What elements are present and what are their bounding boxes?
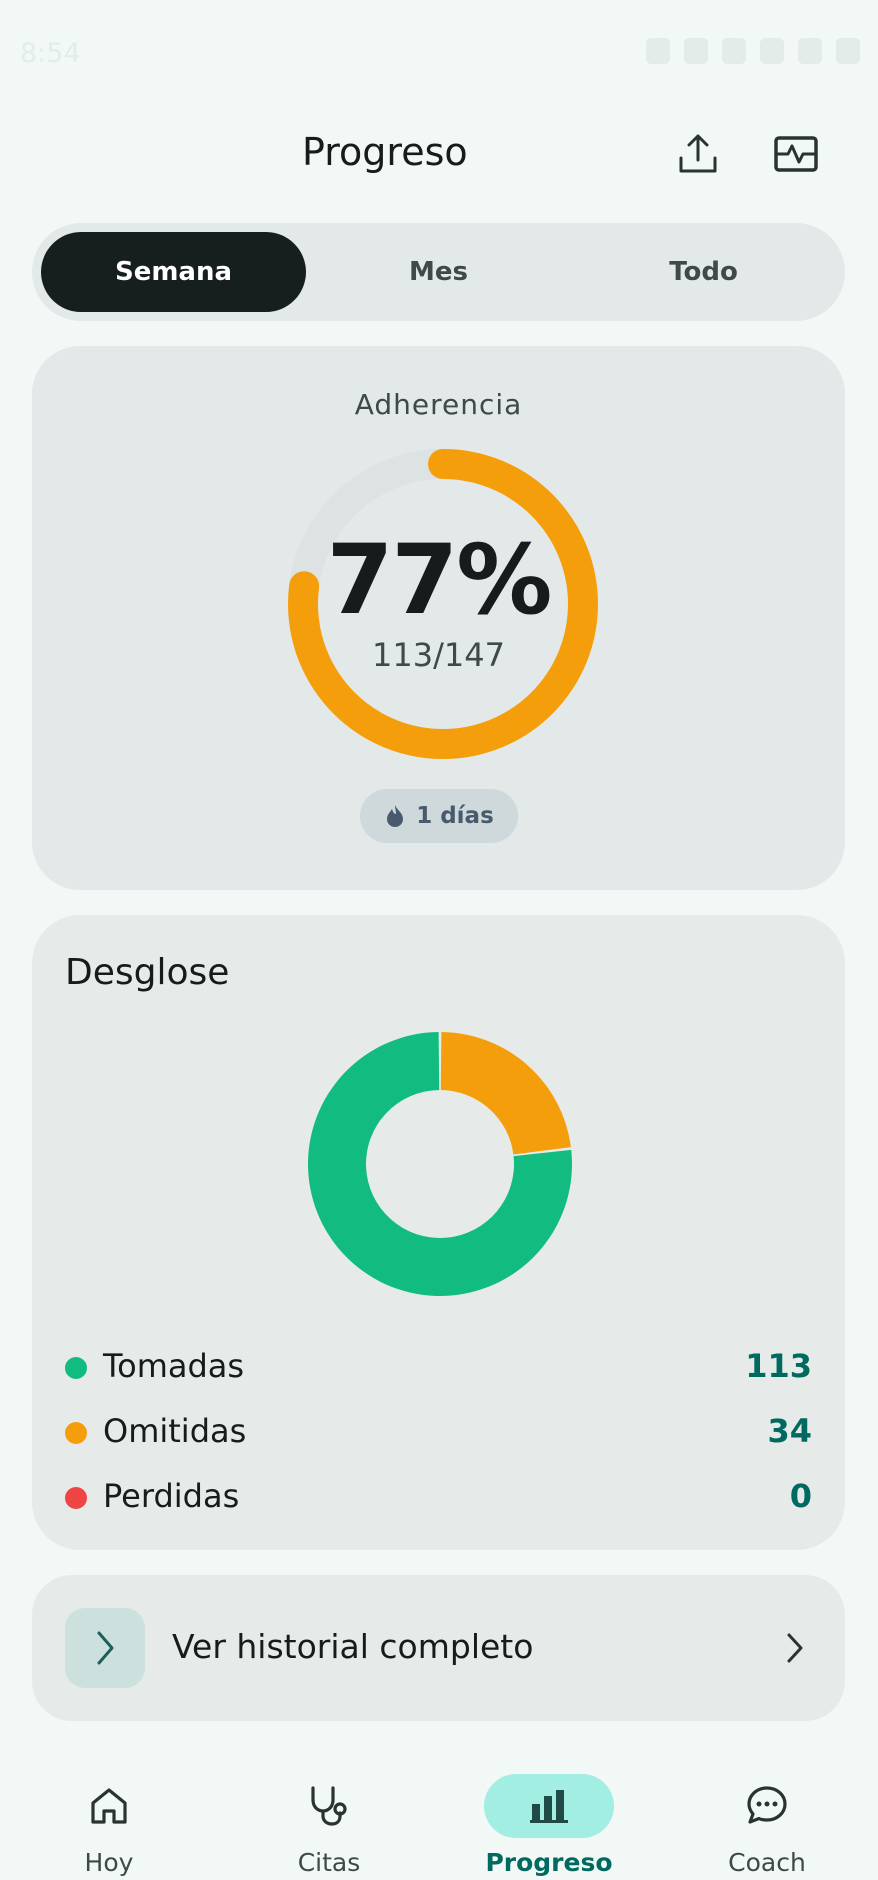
app-header: Progreso — [0, 108, 878, 198]
adherence-card: Adherencia 77% 113/147 1 días — [32, 346, 845, 890]
nav-label-coach: Coach — [728, 1848, 806, 1877]
legend-dot-tomadas — [65, 1357, 87, 1379]
legend-row-perdidas: Perdidas 0 — [65, 1473, 845, 1523]
tab-mes[interactable]: Mes — [306, 232, 571, 312]
chat-bubble-icon — [747, 1786, 787, 1824]
legend-label-tomadas: Tomadas — [103, 1347, 245, 1385]
battery-icon — [836, 38, 860, 64]
home-icon — [91, 1788, 127, 1824]
legend-dot-perdidas — [65, 1487, 87, 1509]
compare-vitals-icon — [774, 136, 818, 172]
vibrate-icon — [722, 38, 746, 64]
nav-label-progreso: Progreso — [485, 1848, 613, 1877]
signal-icon — [798, 38, 822, 64]
adherence-percent: 77% — [326, 524, 553, 636]
eye-icon — [684, 38, 708, 64]
legend-label-perdidas: Perdidas — [103, 1477, 240, 1515]
status-time: 8:54 — [20, 38, 81, 69]
nav-pill-citas — [264, 1774, 394, 1838]
history-label: Ver historial completo — [172, 1627, 534, 1666]
history-icon-box — [65, 1608, 145, 1688]
alarm-icon — [646, 38, 670, 64]
tab-todo[interactable]: Todo — [571, 232, 836, 312]
bottom-navigation: Hoy Citas Progreso Coach — [0, 1752, 878, 1880]
nav-label-citas: Citas — [297, 1848, 361, 1877]
nav-item-coach[interactable]: Coach — [658, 1752, 838, 1880]
streak-badge: 1 días — [360, 789, 518, 843]
adherence-count: 113/147 — [372, 636, 505, 674]
nav-pill-hoy — [44, 1774, 174, 1838]
adherence-label: Adherencia — [354, 388, 523, 421]
legend-value-perdidas: 0 — [789, 1477, 812, 1515]
compare-button[interactable] — [768, 126, 824, 182]
history-button[interactable]: Ver historial completo — [32, 1575, 845, 1721]
legend-row-tomadas: Tomadas 113 — [65, 1343, 845, 1393]
share-upload-icon — [679, 134, 717, 173]
streak-text: 1 días — [416, 803, 494, 829]
nav-pill-progreso — [484, 1774, 614, 1838]
chevron-right-icon — [787, 1633, 803, 1663]
legend-value-omitidas: 34 — [767, 1412, 812, 1450]
legend-dot-omitidas — [65, 1422, 87, 1444]
legend-label-omitidas: Omitidas — [103, 1412, 247, 1450]
status-bar: 8:54 — [0, 0, 878, 108]
stethoscope-icon — [311, 1786, 347, 1826]
nav-pill-coach — [702, 1774, 832, 1838]
breakdown-card: Desglose Tomadas 113 Omitidas 34 Perdida… — [32, 915, 845, 1550]
nav-item-citas[interactable]: Citas — [220, 1752, 400, 1880]
period-tabs: Semana Mes Todo — [32, 223, 845, 321]
legend-value-tomadas: 113 — [745, 1347, 812, 1385]
bar-chart-icon — [530, 1790, 568, 1823]
legend-row-omitidas: Omitidas 34 — [65, 1408, 845, 1458]
nav-item-hoy[interactable]: Hoy — [0, 1752, 180, 1880]
share-button[interactable] — [670, 126, 726, 182]
tab-semana[interactable]: Semana — [41, 232, 306, 312]
nav-item-progreso[interactable]: Progreso — [440, 1752, 620, 1880]
donut-slice-omitidas — [440, 1032, 571, 1155]
breakdown-title: Desglose — [65, 952, 230, 993]
wifi-icon — [760, 38, 784, 64]
breakdown-donut — [308, 1032, 572, 1296]
chevron-right-icon — [97, 1631, 114, 1665]
flame-icon — [387, 805, 404, 827]
status-icons — [646, 38, 860, 64]
nav-label-hoy: Hoy — [84, 1848, 134, 1877]
page-title: Progreso — [302, 130, 468, 174]
